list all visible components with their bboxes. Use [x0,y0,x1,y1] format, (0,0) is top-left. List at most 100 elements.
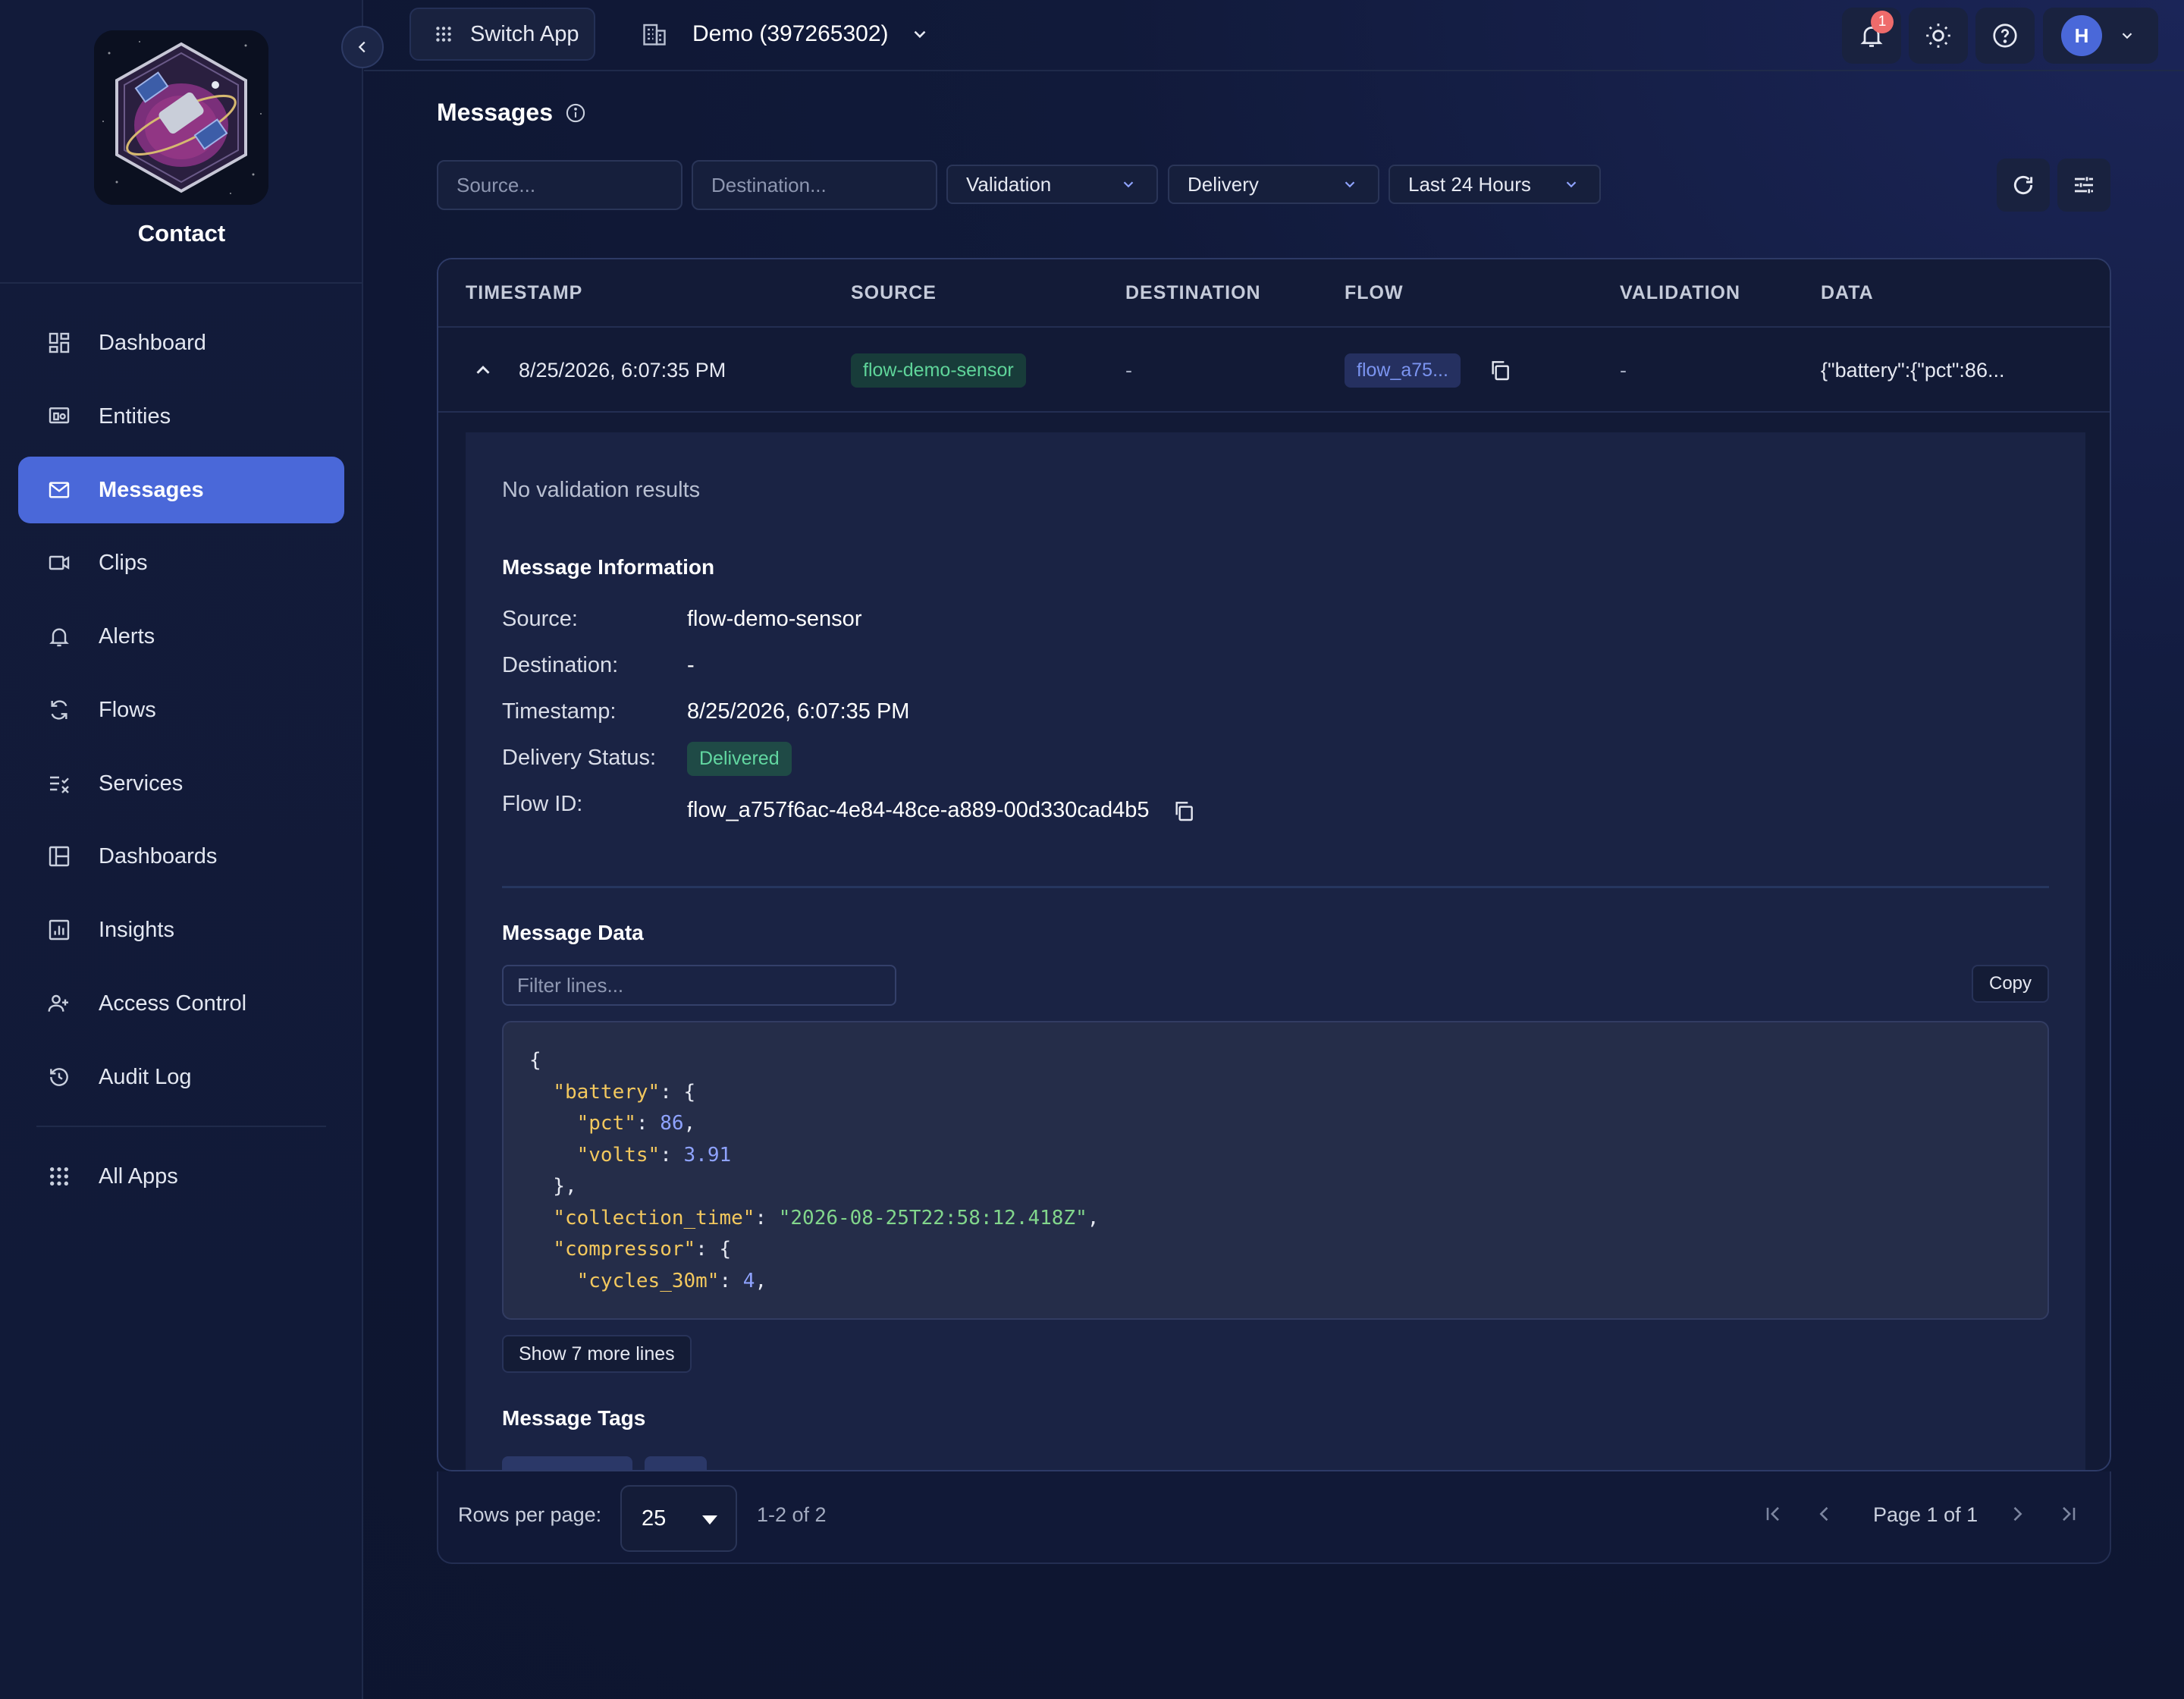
show-more-lines-button[interactable]: Show 7 more lines [502,1335,692,1373]
message-data-title: Message Data [502,921,644,944]
sidebar-item-clips[interactable]: Clips [18,529,344,596]
sidebar-item-label: Insights [99,917,174,942]
first-page-button[interactable] [1759,1500,1787,1528]
page-title: Messages [437,99,553,126]
chevron-down-icon [1120,176,1137,193]
message-tag[interactable] [645,1456,707,1470]
time-range-select[interactable]: Last 24 Hours [1389,165,1601,204]
row-destination: - [1125,358,1132,382]
status-badge: Delivered [687,742,792,776]
flow-id-label: Flow ID: [502,792,583,816]
sidebar-item-label: Access Control [99,991,247,1016]
sidebar-item-alerts[interactable]: Alerts [18,603,344,670]
column-header-validation[interactable]: VALIDATION [1620,282,1740,304]
sidebar-item-access-control[interactable]: Access Control [18,970,344,1037]
sidebar-item-insights[interactable]: Insights [18,897,344,963]
sidebar-item-dashboards[interactable]: Dashboards [18,823,344,890]
validation-filter-label: Validation [966,172,1052,196]
help-button[interactable] [1975,8,2035,64]
chevron-down-icon [1341,176,1358,193]
chevron-left-icon [1814,1503,1835,1525]
avatar: H [2061,15,2102,56]
validation-filter-select[interactable]: Validation [946,165,1158,204]
json-key: "cycles_30m" [576,1269,720,1292]
app-name: Contact [137,220,226,247]
sidebar-item-audit-log[interactable]: Audit Log [18,1044,344,1110]
first-page-icon [1762,1503,1784,1525]
sidebar-item-label: Clips [99,550,148,575]
row-validation: - [1620,358,1627,382]
sidebar-item-label: Dashboards [99,843,218,868]
copy-icon [1172,799,1196,823]
sidebar-item-label: Dashboard [99,330,206,355]
switch-app-label: Switch App [470,21,579,46]
previous-page-button[interactable] [1811,1500,1838,1528]
row-timestamp: 8/25/2026, 6:07:35 PM [519,358,726,382]
json-viewer: { "battery": { "pct": 86, "volts": 3.91 … [502,1021,2049,1320]
services-icon [46,770,73,797]
theme-toggle-button[interactable] [1909,8,1968,64]
rows-per-page-select[interactable]: 25 [620,1485,737,1552]
sidebar-item-label: All Apps [99,1164,178,1189]
message-tag[interactable] [502,1456,632,1470]
table-row[interactable]: 8/25/2026, 6:07:35 PM flow-demo-sensor -… [438,328,2110,413]
json-key: "compressor" [553,1238,696,1261]
refresh-icon [2011,173,2035,197]
destination-value: - [687,653,695,677]
refresh-icon [46,696,73,724]
refresh-button[interactable] [1997,159,2050,212]
app-logo [94,30,268,205]
last-page-icon [2058,1503,2079,1525]
sidebar-item-flows[interactable]: Flows [18,677,344,743]
next-page-button[interactable] [2004,1500,2031,1528]
sidebar-item-label: Entities [99,404,171,429]
last-page-button[interactable] [2055,1500,2082,1528]
column-settings-button[interactable] [2057,159,2110,212]
caret-down-icon [702,1515,717,1525]
organization-selector[interactable]: Demo (397265302) [641,8,930,61]
sidebar-item-label: Alerts [99,623,155,649]
chevron-up-icon [472,359,494,382]
time-range-label: Last 24 Hours [1408,172,1531,196]
sidebar-item-label: Messages [99,477,204,502]
delivery-filter-label: Delivery [1188,172,1259,196]
users-icon [46,990,73,1017]
chevron-down-icon [1563,176,1580,193]
notifications-button[interactable]: 1 [1842,8,1901,64]
sun-icon [1924,21,1953,50]
sidebar-item-services[interactable]: Services [18,750,344,817]
section-divider [502,886,2049,888]
collapse-row-button[interactable] [472,328,494,413]
sidebar-item-dashboard[interactable]: Dashboard [18,309,344,376]
grid-icon [434,24,453,44]
sidebar-item-label: Flows [99,697,156,722]
column-header-source[interactable]: SOURCE [851,282,937,304]
column-header-flow[interactable]: FLOW [1345,282,1404,304]
video-icon [46,549,73,576]
json-number: 4 [742,1269,755,1292]
history-icon [46,1063,73,1091]
source-filter-input[interactable] [437,160,682,210]
copy-flow-id-button[interactable] [1172,799,1196,823]
json-key: "pct" [576,1112,636,1135]
column-header-destination[interactable]: DESTINATION [1125,282,1261,304]
flow-chip[interactable]: flow_a75... [1345,353,1461,388]
building-icon [641,20,668,48]
filter-lines-input[interactable] [502,965,896,1006]
switch-app-button[interactable]: Switch App [410,8,595,61]
destination-filter-input[interactable] [692,160,937,210]
rows-per-page-label: Rows per page: [458,1503,602,1526]
sidebar-item-messages[interactable]: Messages [18,457,344,523]
delivery-filter-select[interactable]: Delivery [1168,165,1379,204]
sidebar-item-all-apps[interactable]: All Apps [18,1143,344,1210]
column-header-timestamp[interactable]: TIMESTAMP [466,282,582,304]
copy-flow-button[interactable] [1488,328,1512,413]
json-key: "battery" [553,1080,661,1104]
column-header-data[interactable]: DATA [1821,282,1874,304]
mail-icon [46,476,73,504]
user-menu-button[interactable]: H [2043,8,2158,64]
chevron-right-icon [2007,1503,2028,1525]
info-icon[interactable] [565,102,586,124]
copy-json-button[interactable]: Copy [1972,965,2049,1003]
sidebar-item-entities[interactable]: Entities [18,383,344,450]
